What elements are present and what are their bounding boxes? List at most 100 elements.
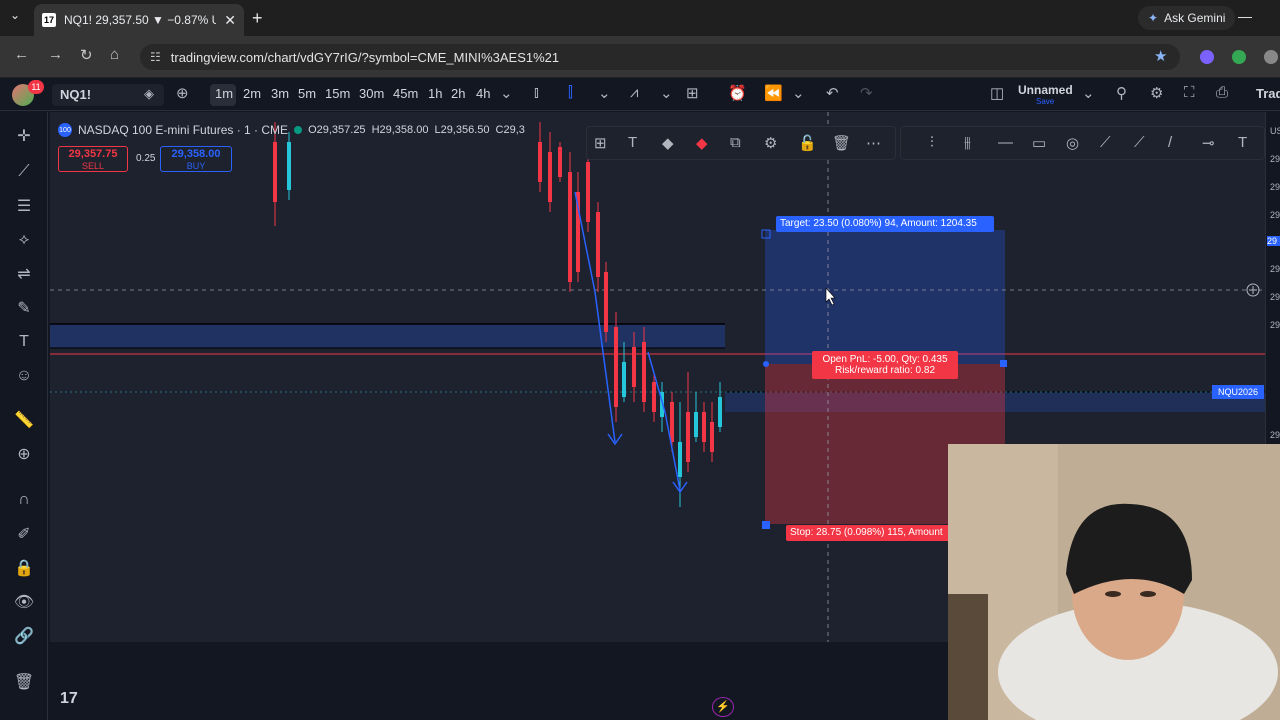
horizontal-line-icon[interactable]: — (998, 134, 1013, 151)
bar-style-icon[interactable]: ⫾ (534, 84, 539, 101)
visibility-icon[interactable]: ⧉ (730, 134, 741, 151)
add-symbol-icon[interactable]: ⊕ (176, 84, 189, 102)
templates-icon[interactable]: ⊞ (686, 84, 699, 102)
line-color-icon[interactable]: ◆ (696, 134, 708, 152)
delete-drawing-icon[interactable]: 🗑 (832, 134, 851, 152)
indicators-icon[interactable]: ⩘ (630, 84, 638, 101)
new-tab-icon[interactable]: + (252, 8, 263, 29)
hide-drawings-icon[interactable]: 👁 (12, 590, 36, 614)
long-position-icon[interactable]: ⫶ (930, 134, 934, 151)
interval-45m[interactable]: 45m (393, 86, 418, 101)
extension-icon[interactable] (1264, 50, 1278, 64)
interval-3m[interactable]: 3m (271, 86, 289, 101)
trend-line-icon[interactable]: ⟋ (12, 160, 36, 184)
price-tick: 29 (1270, 182, 1280, 192)
ray-icon[interactable]: ⟋ (1134, 134, 1145, 151)
horizontal-ray-icon[interactable]: ⊸ (1202, 134, 1215, 152)
emoji-icon[interactable]: ☺ (12, 364, 36, 388)
magnet-icon[interactable]: ∩ (12, 488, 36, 512)
templates-grid-icon[interactable]: ⊞ (594, 134, 607, 152)
layout-save-label[interactable]: Save (1036, 97, 1054, 106)
interval-15m[interactable]: 15m (325, 86, 350, 101)
interval-1m[interactable]: 1m (215, 86, 233, 101)
replay-dropdown-icon[interactable]: ⌄ (792, 84, 805, 102)
compare-symbol-icon[interactable]: ◈ (144, 86, 154, 102)
quick-search-icon[interactable]: ⚲ (1116, 84, 1127, 102)
interval-2m[interactable]: 2m (243, 86, 261, 101)
link-icon[interactable]: 🔗 (12, 624, 36, 648)
alert-icon[interactable]: ⏰ (728, 84, 747, 102)
indicators-dropdown-icon[interactable]: ⌄ (660, 84, 673, 102)
patterns-icon[interactable]: ⟡ (12, 228, 36, 252)
brush-icon[interactable]: ✎ (12, 296, 36, 320)
ruler-icon[interactable]: 📏 (12, 408, 36, 432)
target-zone[interactable] (765, 230, 1005, 364)
bookmark-star-icon[interactable]: ★ (1154, 47, 1167, 65)
fullscreen-icon[interactable]: ⛶ (1184, 84, 1195, 101)
interval-1h[interactable]: 1h (428, 86, 442, 101)
replay-icon[interactable]: ⏪ (764, 84, 783, 102)
price-tick: 29 (1270, 210, 1280, 220)
extension-icon[interactable] (1232, 50, 1246, 64)
back-icon[interactable]: ← (14, 46, 29, 63)
minimize-window-icon[interactable]: — (1238, 8, 1252, 24)
home-icon[interactable]: ⌂ (110, 46, 119, 63)
width-handle[interactable] (1000, 360, 1007, 367)
snapshot-icon[interactable]: ⎙ (1216, 84, 1228, 101)
site-info-icon[interactable]: ☷ (150, 50, 161, 64)
chart-type-dropdown-icon[interactable]: ⌄ (598, 84, 611, 102)
layout-panel-icon[interactable]: ◫ (990, 84, 1004, 102)
path-icon[interactable]: ⟋ (1100, 134, 1111, 151)
pnl-label[interactable]: Open PnL: -5.00, Qty: 0.435 Risk/reward … (812, 351, 958, 379)
forward-icon[interactable]: → (48, 46, 63, 63)
text-color-icon[interactable]: T (628, 134, 637, 151)
interval-30m[interactable]: 30m (359, 86, 384, 101)
address-bar[interactable]: ☷ tradingview.com/chart/vdGY7rIG/?symbol… (140, 44, 1180, 70)
extension-icon[interactable] (1200, 50, 1214, 64)
settings-gear-icon[interactable]: ⚙ (764, 134, 777, 152)
lock-drawing-icon[interactable]: 🔓 (798, 134, 817, 152)
fill-color-icon[interactable]: ◆ (662, 134, 674, 152)
redo-icon[interactable]: ↷ (860, 84, 873, 102)
text-tool-icon[interactable]: T (12, 330, 36, 354)
trend-line-tool-icon[interactable]: / (1168, 134, 1172, 151)
ask-gemini-button[interactable]: ✦ Ask Gemini (1138, 6, 1236, 30)
stop-handle[interactable] (762, 521, 770, 529)
close-tab-icon[interactable]: ✕ (224, 12, 236, 29)
symbol-legend[interactable]: 100 NASDAQ 100 E-mini Futures · 1 · CME … (58, 123, 525, 137)
stay-drawing-icon[interactable]: ✐ (12, 522, 36, 546)
lightning-icon[interactable]: ⚡ (712, 697, 734, 717)
interval-2h[interactable]: 2h (451, 86, 465, 101)
buy-button[interactable]: 29,358.00 BUY (160, 146, 232, 172)
sell-button[interactable]: 29,357.75 SELL (58, 146, 128, 172)
layout-dropdown-icon[interactable]: ⌄ (1082, 84, 1095, 102)
tab-list-chevron-icon[interactable]: ⌄ (10, 8, 20, 22)
browser-tab[interactable]: 17 NQ1! 29,357.50 ▼ −0.87% Unn ✕ (34, 4, 244, 36)
interval-dropdown-icon[interactable]: ⌄ (500, 84, 513, 102)
stop-label[interactable]: Stop: 28.75 (0.098%) 115, Amount (786, 525, 952, 541)
lock-icon[interactable]: 🔒 (12, 556, 36, 580)
rectangle-icon[interactable]: ▭ (1032, 134, 1046, 152)
settings-icon[interactable]: ⚙ (1150, 84, 1163, 102)
zoom-in-icon[interactable]: ⊕ (12, 442, 36, 466)
candles-icon[interactable]: ⫿ (568, 84, 573, 101)
tradingview-logo[interactable]: 17 (60, 690, 78, 708)
interval-5m[interactable]: 5m (298, 86, 316, 101)
risk-reward-text: Risk/reward ratio: 0.82 (834, 365, 936, 376)
text-note-icon[interactable]: T (1238, 134, 1247, 151)
interval-4h[interactable]: 4h (476, 86, 490, 101)
buy-price: 29,358.00 (171, 148, 221, 160)
undo-icon[interactable]: ↶ (826, 84, 839, 102)
projection-icon[interactable]: ⇌ (12, 262, 36, 286)
fib-icon[interactable]: ☰ (12, 194, 36, 218)
trash-icon[interactable]: 🗑 (12, 670, 36, 694)
more-options-icon[interactable]: ⋯ (866, 134, 881, 152)
short-position-icon[interactable]: ⫵ (964, 134, 971, 151)
layout-name[interactable]: Unnamed (1018, 83, 1073, 97)
target-label[interactable]: Target: 23.50 (0.080%) 94, Amount: 1204.… (776, 216, 994, 232)
entry-handle[interactable] (763, 361, 769, 367)
reload-icon[interactable]: ↻ (80, 46, 93, 64)
trade-button[interactable]: Trad (1256, 86, 1280, 101)
crosshair-icon[interactable]: ✛ (12, 124, 36, 148)
circle-tool-icon[interactable]: ◎ (1066, 134, 1079, 152)
